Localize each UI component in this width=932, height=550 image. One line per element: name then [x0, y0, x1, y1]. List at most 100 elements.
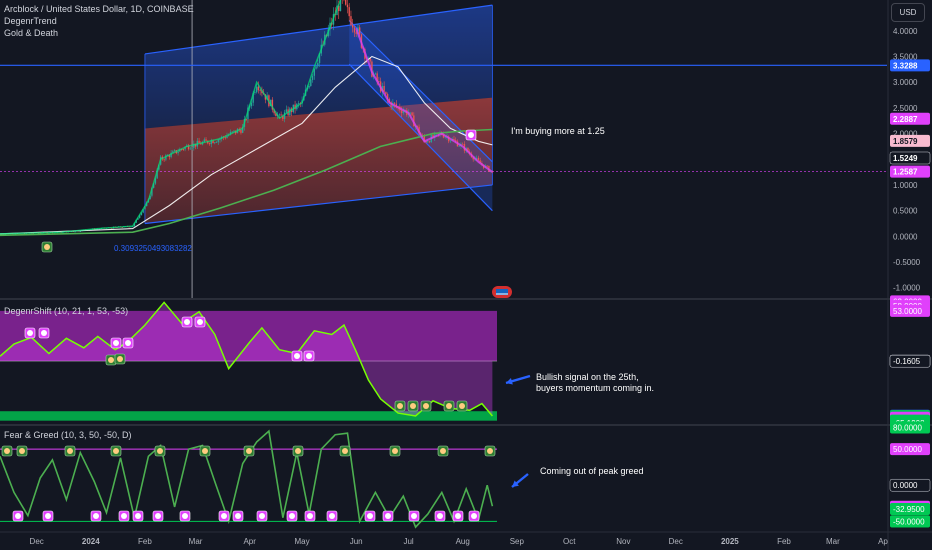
price-label-4: 1.2587: [890, 165, 930, 178]
candle-body-203: [353, 27, 356, 33]
price-label-4-text: 1.2587: [893, 168, 918, 177]
shift-level-2-text: 53.0000: [893, 307, 922, 316]
price-rocket-marker: [41, 241, 53, 253]
shift-marker-10-face: [397, 403, 403, 409]
shift-marker-0-face: [27, 330, 33, 336]
fg-top-marker-0-face: [4, 448, 10, 454]
fg-bottom-marker-0-face: [15, 513, 21, 519]
time-tick-7: Jul: [403, 537, 413, 546]
fear-greed-title[interactable]: Fear & Greed (10, 3, 50, -50, D): [4, 430, 132, 440]
fg-bottom-marker-14-face: [385, 513, 391, 519]
candle-body-258: [449, 140, 452, 142]
shift-marker-5-face: [197, 319, 203, 325]
indicator-degenrtrend-label[interactable]: DegenrTrend: [4, 16, 57, 26]
shift-marker-3: [122, 337, 134, 349]
time-tick-11: Nov: [616, 537, 630, 546]
fg-top-marker-7-face: [295, 448, 301, 454]
fg-top-marker-3-face: [113, 448, 119, 454]
shift-marker-12-face: [423, 403, 429, 409]
time-tick-0: Dec: [30, 537, 44, 546]
candle-body-100: [173, 150, 176, 152]
shift-marker-4: [181, 316, 193, 328]
time-tick-9: Sep: [510, 537, 525, 546]
candle-body-125: [217, 139, 219, 143]
candle-body-201: [350, 16, 352, 26]
fg-bottom-marker-18-face: [471, 513, 477, 519]
price-label-1-text: 2.2887: [893, 115, 918, 124]
shift-level-2: 53.0000: [890, 304, 930, 317]
fg-level-4-text: -32.9500: [893, 505, 925, 514]
candle-body-171: [297, 103, 300, 105]
shift-marker-2-face: [113, 340, 119, 346]
fg-level-6-text: -50.0000: [893, 517, 925, 526]
fg-level-0-text: 80.0000: [893, 423, 922, 432]
shift-level-4: -0.1605: [889, 354, 931, 368]
fg-bottom-marker-6: [179, 510, 191, 522]
candle-body-110: [191, 147, 193, 149]
fg-bottom-marker-16-face: [437, 513, 443, 519]
fg-top-marker-1: [16, 445, 28, 457]
candle-body-246: [428, 141, 431, 143]
candle-body-102: [177, 151, 179, 154]
fg-bottom-marker-3: [118, 510, 130, 522]
time-tick-10: Oct: [563, 537, 576, 546]
price-label-0: 3.3288: [890, 59, 930, 72]
chart-canvas[interactable]: 4.00003.50003.00002.50002.00001.50001.00…: [0, 0, 932, 550]
fg-top-marker-7: [292, 445, 304, 457]
candle-body-138: [240, 130, 242, 133]
fg-top-marker-2-face: [67, 448, 73, 454]
price-tick-10: -1.0000: [893, 284, 921, 293]
candle-body-279: [486, 165, 488, 167]
shift-marker-2: [110, 337, 122, 349]
candle-body-263: [458, 145, 460, 147]
candle-body-215: [374, 73, 377, 75]
shift-marker-9-face: [117, 356, 123, 362]
shift-marker-13-face: [446, 403, 452, 409]
candle-body-202: [352, 25, 354, 28]
degenrshift-title[interactable]: DegenrShift (10, 21, 1, 53, -53): [4, 306, 128, 316]
fg-top-marker-3: [110, 445, 122, 457]
candle-body-120: [208, 143, 211, 145]
candle-body-182: [317, 63, 319, 67]
time-tick-1: 2024: [82, 537, 100, 546]
candle-body-177: [308, 85, 310, 88]
candle-body-204: [355, 32, 357, 34]
fg-bottom-marker-8-face: [235, 513, 241, 519]
fg-bottom-marker-16: [434, 510, 446, 522]
fib-level-label: 0.3093250493083282: [114, 244, 192, 253]
fg-bottom-marker-9-face: [259, 513, 265, 519]
fg-bottom-marker-18: [468, 510, 480, 522]
time-tick-5: May: [295, 537, 310, 546]
time-tick-12: Dec: [669, 537, 683, 546]
price-tick-2: 3.0000: [893, 78, 918, 87]
fg-bottom-marker-11-face: [307, 513, 313, 519]
price-tick-8: 0.0000: [893, 232, 918, 241]
shift-marker-1-face: [41, 330, 47, 336]
candle-body-198: [345, 0, 347, 5]
price-skull-marker-face: [468, 132, 474, 138]
shift-marker-14: [456, 400, 468, 412]
candle-body-200: [348, 7, 350, 17]
shift-marker-11-face: [410, 403, 416, 409]
fg-bottom-marker-10: [286, 510, 298, 522]
indicator-gold-death-label[interactable]: Gold & Death: [4, 28, 58, 38]
fg-bottom-marker-1: [42, 510, 54, 522]
time-tick-14: Feb: [777, 537, 791, 546]
fg-bottom-marker-7: [218, 510, 230, 522]
fg-bottom-marker-17-face: [455, 513, 461, 519]
fg-bottom-marker-6-face: [182, 513, 188, 519]
time-tick-15: Mar: [826, 537, 840, 546]
time-tick-4: Apr: [243, 537, 256, 546]
fg-level-0: 80.0000: [890, 421, 930, 434]
time-tick-6: Jun: [350, 537, 363, 546]
currency-button[interactable]: USD: [891, 3, 925, 22]
shift-marker-14-face: [459, 403, 465, 409]
fg-bottom-marker-2: [90, 510, 102, 522]
fg-bottom-marker-5-face: [155, 513, 161, 519]
candle-body-161: [280, 114, 282, 116]
shift-marker-8-face: [108, 357, 114, 363]
candle-body-236: [411, 112, 413, 116]
fg-top-marker-2: [64, 445, 76, 457]
fg-level-1: 50.0000: [890, 443, 930, 456]
candle-body-146: [254, 92, 256, 94]
